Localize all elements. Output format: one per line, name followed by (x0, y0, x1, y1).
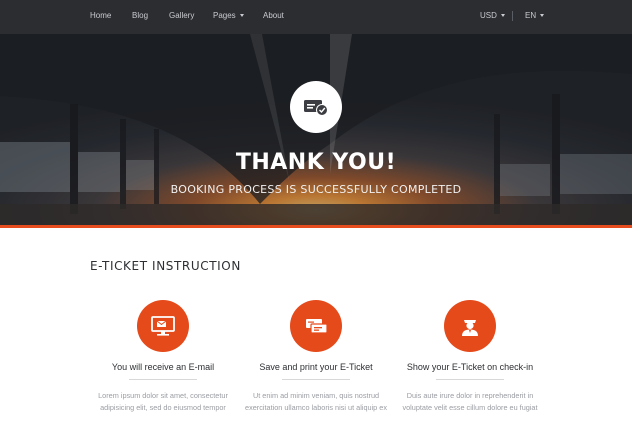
nav-link-gallery[interactable]: Gallery (169, 11, 194, 20)
nav-divider (512, 11, 513, 21)
top-navbar: Home Blog Gallery Pages About USD EN (0, 0, 632, 34)
instruction-step-checkin: Show your E-Ticket on check-in Duis aute… (390, 300, 550, 414)
step-title: Save and print your E-Ticket (259, 362, 373, 372)
step-description-line: exercitation ullamco laboris nisi ut ali… (245, 403, 387, 412)
step-title: You will receive an E-mail (111, 362, 215, 372)
chevron-down-icon (540, 14, 545, 18)
step-description: Duis aute irure dolor in reprehenderit i… (390, 390, 550, 414)
instruction-step-email: You will receive an E-mail Lorem ipsum d… (83, 300, 243, 414)
accent-divider (0, 225, 632, 228)
instruction-step-print: Save and print your E-Ticket Ut enim ad … (236, 300, 396, 414)
hero-subtitle: BOOKING PROCESS IS SUCCESSFULLY COMPLETE… (170, 183, 462, 196)
section-title: E-TICKET INSTRUCTION (90, 259, 241, 273)
ticket-check-icon (290, 81, 342, 133)
language-value: EN (525, 11, 537, 20)
currency-value: USD (480, 11, 497, 20)
step-description: Ut enim ad minim veniam, quis nostrud ex… (236, 390, 396, 414)
checkin-agent-icon (444, 300, 496, 352)
step-description: Lorem ipsum dolor sit amet, consectetur … (83, 390, 243, 414)
step-divider (282, 379, 350, 380)
chevron-down-icon (239, 14, 244, 18)
chevron-down-icon (500, 14, 505, 18)
step-description-line: Duis aute irure dolor in reprehenderit i… (406, 391, 534, 400)
nav-pages-label: Pages (213, 11, 236, 20)
nav-link-blog[interactable]: Blog (132, 11, 148, 20)
monitor-email-icon (137, 300, 189, 352)
step-description-line: voluptate velit esse cillum dolore eu fu… (402, 403, 538, 412)
step-description-line: Ut enim ad minim veniam, quis nostrud (252, 391, 380, 400)
nav-link-home[interactable]: Home (90, 11, 111, 20)
currency-selector[interactable]: USD (480, 11, 505, 20)
tickets-icon (290, 300, 342, 352)
step-description-line: adipisicing elit, sed do eiusmod tempor (100, 403, 226, 412)
nav-link-pages[interactable]: Pages (213, 11, 244, 20)
hero-title: THANK YOU! (235, 150, 397, 175)
nav-link-about[interactable]: About (263, 11, 284, 20)
step-divider (436, 379, 504, 380)
language-selector[interactable]: EN (525, 11, 545, 20)
hero-banner: THANK YOU! BOOKING PROCESS IS SUCCESSFUL… (0, 34, 632, 225)
step-title: Show your E-Ticket on check-in (406, 362, 534, 372)
step-divider (129, 379, 197, 380)
step-description-line: Lorem ipsum dolor sit amet, consectetur (98, 391, 228, 400)
